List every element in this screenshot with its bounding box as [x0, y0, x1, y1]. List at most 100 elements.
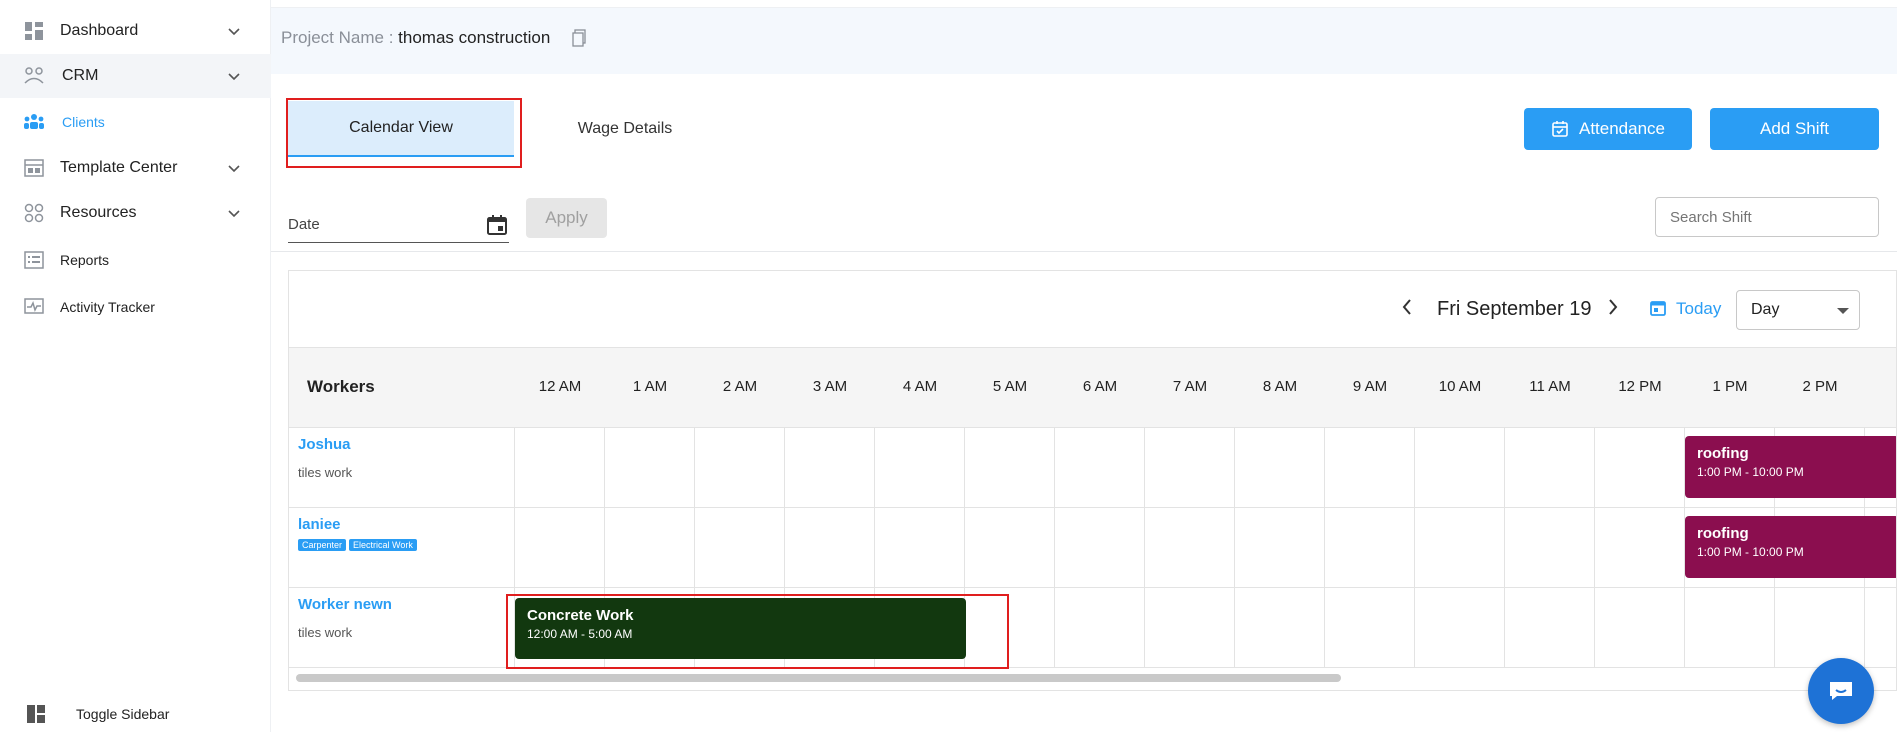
event-time: 1:00 PM - 10:00 PM	[1697, 465, 1804, 479]
toggle-sidebar-label: Toggle Sidebar	[76, 706, 170, 722]
search-shift-input[interactable]	[1655, 197, 1879, 237]
users-icon	[23, 111, 45, 133]
worker-name[interactable]: laniee	[298, 516, 341, 533]
sidebar-item-label: Template Center	[60, 159, 178, 176]
project-name-label: Project Name : thomas construction	[281, 28, 550, 48]
grid-line	[1414, 428, 1415, 668]
current-date: Fri September 19	[1437, 298, 1592, 320]
shift-event[interactable]: Concrete Work 12:00 AM - 5:00 AM	[515, 598, 966, 659]
today-button[interactable]: Today	[1676, 299, 1721, 319]
sidebar-item-label: Activity Tracker	[60, 299, 155, 315]
chevron-right-icon[interactable]	[1605, 297, 1621, 317]
hour-label: 11 AM	[1529, 378, 1571, 395]
event-time: 12:00 AM - 5:00 AM	[527, 627, 633, 641]
chat-icon	[1830, 682, 1852, 700]
hour-label: 7 AM	[1172, 378, 1208, 395]
chevron-down-icon	[228, 210, 240, 218]
sidebar-item-label: Resources	[60, 204, 137, 221]
sidebar-item-label: CRM	[62, 67, 99, 84]
top-strip	[271, 0, 1897, 8]
hour-label: 2 PM	[1802, 378, 1838, 395]
toggle-sidebar-button[interactable]: Toggle Sidebar	[0, 692, 271, 736]
sidebar: Dashboard CRM Clients Template Center Re…	[0, 0, 271, 732]
sidebar-item-label: Clients	[62, 114, 105, 130]
hour-label: 2 AM	[722, 378, 758, 395]
event-title: roofing	[1697, 445, 1749, 462]
grid-line	[1234, 428, 1235, 668]
hour-label: 12 AM	[538, 378, 582, 395]
worker-tags: Carpenter Electrical Work	[298, 539, 417, 551]
sidebar-item-label: Dashboard	[60, 22, 139, 39]
calendar-icon[interactable]	[486, 214, 508, 236]
copy-icon[interactable]	[572, 29, 586, 47]
horizontal-scrollbar[interactable]	[296, 674, 1341, 682]
project-header: Project Name : thomas construction	[271, 8, 1897, 74]
sidebar-item-reports[interactable]: Reports	[0, 238, 271, 282]
calendar-toolbar: Fri September 19 Today Day	[289, 271, 1896, 348]
grid-line	[1144, 428, 1145, 668]
project-label-text: Project Name :	[281, 28, 399, 47]
apply-button[interactable]: Apply	[526, 198, 607, 238]
chevron-down-icon	[228, 165, 240, 173]
reports-icon	[23, 249, 45, 271]
hour-label: 12 PM	[1618, 378, 1662, 395]
tab-wage-details[interactable]: Wage Details	[520, 101, 730, 157]
chevron-down-icon	[228, 28, 240, 36]
shift-event[interactable]: roofing 1:00 PM - 10:00 PM	[1685, 516, 1896, 578]
calendar-check-icon	[1552, 121, 1568, 137]
tag-chip: Electrical Work	[349, 539, 417, 551]
worker-name[interactable]: Worker newn	[298, 596, 392, 613]
date-label: Date	[288, 216, 320, 233]
sidebar-item-template-center[interactable]: Template Center	[0, 146, 271, 190]
grid-line	[1324, 428, 1325, 668]
calendar: Fri September 19 Today Day Workers 12 AM…	[288, 270, 1897, 691]
worker-subtitle: tiles work	[298, 625, 353, 640]
tab-calendar-view[interactable]: Calendar View	[288, 101, 514, 157]
view-select-value: Day	[1751, 301, 1780, 318]
hour-label: 5 AM	[992, 378, 1028, 395]
add-shift-button[interactable]: Add Shift	[1710, 108, 1879, 150]
sidebar-item-activity-tracker[interactable]: Activity Tracker	[0, 285, 271, 329]
event-title: Concrete Work	[527, 607, 634, 624]
hour-label: 1 AM	[632, 378, 668, 395]
worker-row: Joshua tiles work	[289, 428, 1896, 508]
attendance-label: Attendance	[1578, 119, 1665, 138]
sidebar-item-label: Reports	[60, 252, 110, 268]
event-title: roofing	[1697, 525, 1749, 542]
chat-button[interactable]	[1808, 658, 1874, 724]
hour-label: 4 AM	[902, 378, 938, 395]
event-time: 1:00 PM - 10:00 PM	[1697, 545, 1804, 559]
caret-down-icon	[1837, 308, 1849, 314]
grid-line	[1504, 428, 1505, 668]
worker-name[interactable]: Joshua	[298, 436, 351, 453]
shift-event[interactable]: roofing 1:00 PM - 10:00 PM	[1685, 436, 1896, 498]
sidebar-item-resources[interactable]: Resources	[0, 191, 271, 235]
sidebar-item-clients[interactable]: Clients	[0, 100, 271, 144]
attendance-button[interactable]: Attendance	[1524, 108, 1692, 150]
view-select[interactable]: Day	[1736, 290, 1860, 330]
sidebar-item-crm[interactable]: CRM	[0, 54, 271, 98]
hour-label: 1 PM	[1712, 378, 1748, 395]
sidebar-item-dashboard[interactable]: Dashboard	[0, 9, 271, 53]
hour-label: 6 AM	[1082, 378, 1118, 395]
handshake-icon	[23, 65, 45, 87]
resources-icon	[23, 202, 45, 224]
grid-line	[1594, 428, 1595, 668]
divider	[271, 251, 1897, 252]
worker-subtitle: tiles work	[298, 465, 353, 480]
sidebar-toggle-icon	[25, 703, 47, 725]
grid-header: Workers 12 AM 1 AM 2 AM 3 AM 4 AM 5 AM 6…	[289, 348, 1896, 428]
dashboard-icon	[23, 20, 45, 42]
date-field[interactable]: Date	[288, 203, 509, 243]
project-name-value: thomas construction	[398, 28, 551, 47]
template-icon	[23, 157, 45, 179]
workers-header: Workers	[307, 377, 375, 396]
today-calendar-icon[interactable]	[1649, 299, 1667, 317]
hour-label: 8 AM	[1262, 378, 1298, 395]
hour-label: 9 AM	[1352, 378, 1388, 395]
grid-line	[1054, 428, 1055, 668]
chevron-left-icon[interactable]	[1399, 297, 1415, 317]
chevron-down-icon	[228, 73, 240, 81]
hour-label: 10 AM	[1438, 378, 1482, 395]
tag-chip: Carpenter	[298, 539, 347, 551]
